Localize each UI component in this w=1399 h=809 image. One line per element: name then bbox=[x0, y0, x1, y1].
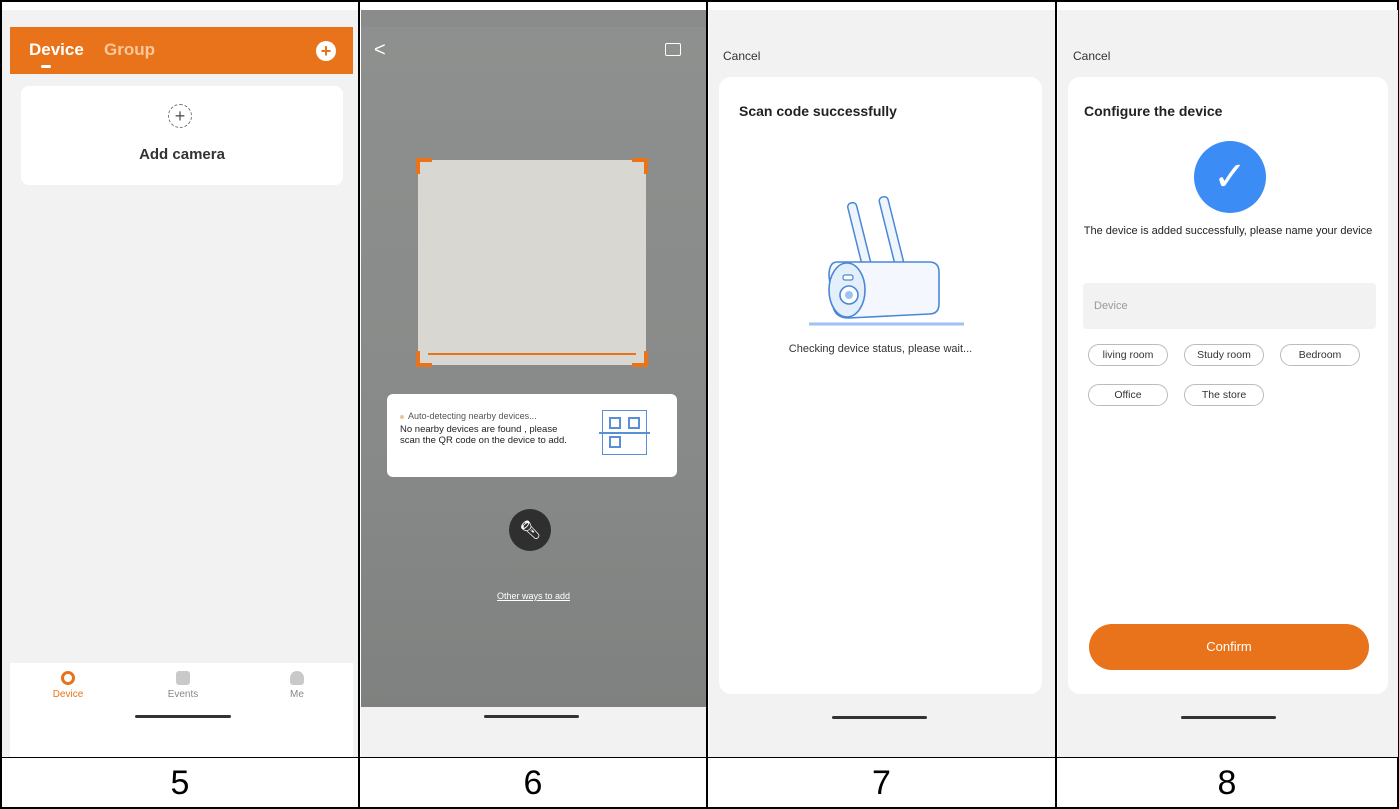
add-circle-icon: + bbox=[168, 104, 192, 128]
auto-detect-text: Auto-detecting nearby devices... bbox=[408, 411, 537, 421]
nav-label: Events bbox=[167, 689, 199, 700]
check-circle-icon: ✓ bbox=[1194, 141, 1266, 213]
qr-code-icon bbox=[599, 410, 650, 455]
panel-number-7: 7 bbox=[872, 763, 891, 802]
illus-sensor bbox=[842, 274, 854, 281]
room-chip-office[interactable]: Office bbox=[1088, 384, 1168, 406]
device-name-input[interactable] bbox=[1083, 283, 1376, 329]
illus-lens-core bbox=[845, 291, 853, 299]
configure-card: Configure the device ✓ The device is add… bbox=[1068, 77, 1388, 694]
confirm-button[interactable]: Confirm bbox=[1089, 624, 1369, 670]
active-tab-indicator bbox=[41, 65, 51, 68]
page-title: Scan code successfully bbox=[739, 103, 897, 119]
bottom-bar bbox=[361, 707, 706, 757]
illus-antenna bbox=[878, 195, 905, 270]
chat-icon bbox=[176, 671, 190, 685]
qr-finder bbox=[609, 417, 621, 429]
cancel-button[interactable]: Cancel bbox=[1073, 49, 1110, 63]
add-camera-card[interactable]: + Add camera bbox=[21, 86, 343, 185]
room-chip-study-room[interactable]: Study room bbox=[1184, 344, 1264, 366]
grid-col-divider-2 bbox=[706, 0, 708, 809]
room-chip-bedroom[interactable]: Bedroom bbox=[1280, 344, 1360, 366]
flashlight-icon: 🔦︎ bbox=[518, 520, 542, 540]
cancel-button[interactable]: Cancel bbox=[723, 49, 760, 63]
gallery-icon[interactable] bbox=[665, 43, 681, 56]
screen-scan-success: Cancel Scan code successfully Checking d… bbox=[709, 10, 1055, 757]
detection-info-card: Auto-detecting nearby devices... No near… bbox=[387, 394, 677, 477]
nav-item-device[interactable]: Device bbox=[38, 671, 98, 700]
checking-status-text: Checking device status, please wait... bbox=[788, 343, 973, 355]
home-indicator bbox=[484, 715, 579, 718]
user-icon bbox=[290, 671, 304, 685]
add-device-button[interactable]: + bbox=[316, 41, 336, 61]
panel-number-5: 5 bbox=[170, 763, 190, 802]
auto-detect-status: Auto-detecting nearby devices... bbox=[400, 411, 537, 421]
screen-qr-scanner: < Auto-detecting nearby devices... No ne… bbox=[361, 10, 706, 757]
illus-antenna bbox=[846, 201, 872, 270]
grid-col-divider-3 bbox=[1055, 0, 1057, 809]
other-ways-link[interactable]: Other ways to add bbox=[361, 591, 706, 601]
scan-frame bbox=[416, 158, 648, 367]
frame-corner bbox=[416, 158, 432, 174]
frame-corner bbox=[632, 158, 648, 174]
screen-device-list: Device Group + + Add camera Device Event… bbox=[2, 10, 358, 757]
grid-top-border bbox=[0, 0, 1399, 2]
screen-configure-device: Cancel Configure the device ✓ The device… bbox=[1058, 10, 1398, 757]
home-indicator bbox=[135, 715, 231, 718]
add-camera-label: Add camera bbox=[139, 146, 225, 163]
qr-scan-bar bbox=[599, 432, 650, 434]
room-chip-the-store[interactable]: The store bbox=[1184, 384, 1264, 406]
no-devices-message: No nearby devices are found , please sca… bbox=[400, 424, 567, 446]
status-card: Scan code successfully Checking device s… bbox=[719, 77, 1042, 694]
top-bar: Device Group + bbox=[10, 27, 353, 74]
camera-illustration-icon bbox=[809, 195, 964, 326]
panel-number-8: 8 bbox=[1217, 763, 1237, 802]
tab-device[interactable]: Device bbox=[29, 40, 84, 60]
flashlight-button[interactable]: 🔦︎ bbox=[509, 509, 551, 551]
page-title: Configure the device bbox=[1084, 103, 1223, 119]
qr-finder bbox=[609, 436, 621, 448]
status-dot bbox=[400, 414, 404, 419]
nav-label: Me bbox=[290, 689, 304, 700]
panel-number-6: 6 bbox=[523, 763, 543, 802]
bottom-navigation: Device Events Me bbox=[10, 663, 353, 757]
success-message: The device is added successfully, please… bbox=[1083, 225, 1373, 237]
nav-item-me[interactable]: Me bbox=[267, 671, 327, 700]
home-indicator bbox=[832, 716, 927, 719]
nav-item-events[interactable]: Events bbox=[153, 671, 213, 700]
tab-group[interactable]: Group bbox=[104, 40, 155, 60]
room-chip-living-room[interactable]: living room bbox=[1088, 344, 1168, 366]
grid-col-divider-1 bbox=[358, 0, 360, 809]
back-icon[interactable]: < bbox=[374, 39, 386, 62]
camera-viewfinder: < Auto-detecting nearby devices... No ne… bbox=[361, 27, 706, 707]
qr-finder bbox=[628, 417, 640, 429]
nav-label: Device bbox=[52, 689, 84, 700]
scan-line bbox=[428, 353, 636, 355]
home-indicator bbox=[1181, 716, 1276, 719]
camera-icon bbox=[61, 671, 75, 685]
